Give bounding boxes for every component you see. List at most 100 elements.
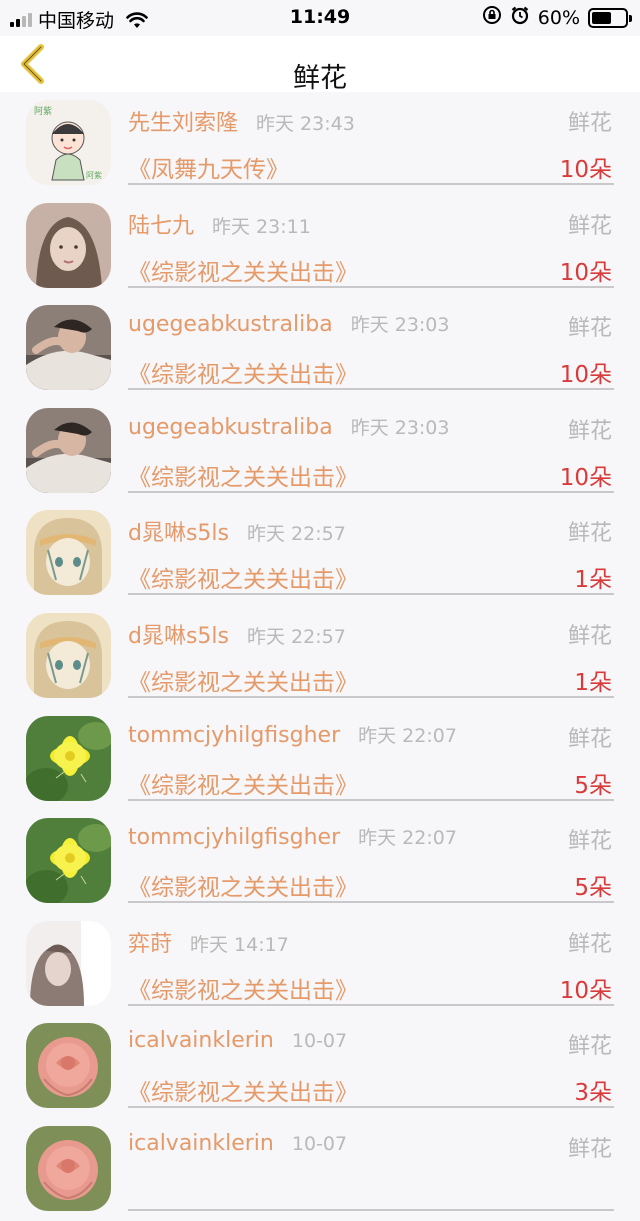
battery-percent: 60%: [537, 6, 580, 29]
name-line: ugegeabkustraliba 昨天 23:03: [128, 413, 449, 440]
username[interactable]: ugegeabkustraliba: [128, 312, 333, 337]
list-item[interactable]: 阿紫 阿紫 先生刘索隆 昨天 23:43 鲜花 《凤舞九天传》 10朵: [0, 92, 640, 195]
name-line: icalvainklerin 10-07: [128, 1131, 347, 1156]
avatar[interactable]: [26, 612, 111, 698]
divider: [128, 285, 614, 288]
username[interactable]: 陆七九: [128, 208, 194, 240]
username[interactable]: tommcjyhilgfisgher: [128, 723, 340, 748]
timestamp: 昨天 23:03: [350, 314, 450, 337]
gift-count: 1朵: [574, 567, 612, 594]
divider: [128, 1208, 614, 1211]
book-title[interactable]: 《综影视之关关出击》: [128, 1073, 358, 1107]
divider: [128, 490, 614, 493]
gift-count: 1朵: [574, 669, 612, 696]
battery-fill: [592, 11, 612, 24]
book-title[interactable]: 《综影视之关关出击》: [128, 560, 358, 594]
list-item[interactable]: tommcjyhilgfisgher 昨天 22:07 鲜花 《综影视之关关出击…: [0, 810, 640, 913]
gift-type: 鲜花: [567, 931, 612, 957]
book-title[interactable]: 《综影视之关关出击》: [128, 355, 358, 389]
timestamp: 昨天 23:43: [256, 113, 355, 135]
avatar[interactable]: [26, 920, 111, 1006]
gift-type: 鲜花: [567, 829, 612, 855]
username[interactable]: d晁啉s5ls: [128, 618, 229, 650]
avatar[interactable]: [26, 715, 111, 801]
divider: [128, 593, 614, 596]
list-item[interactable]: 陆七九 昨天 23:11 鲜花 《综影视之关关出击》 10朵: [0, 195, 640, 298]
gift-count: 10朵: [559, 259, 612, 286]
divider: [128, 388, 614, 391]
gift-type: 鲜花: [567, 726, 612, 752]
gift-type: 鲜花: [567, 521, 612, 547]
status-right: 60%: [482, 5, 632, 30]
rotation-lock-icon: [482, 5, 502, 30]
list-item[interactable]: ugegeabkustraliba 昨天 23:03 鲜花 《综影视之关关出击》…: [0, 297, 640, 400]
gift-list: 阿紫 阿紫 先生刘索隆 昨天 23:43 鲜花 《凤舞九天传》 10朵 陆七九 昨…: [0, 92, 640, 1221]
gift-count: 10朵: [559, 157, 612, 183]
gift-count: 5朵: [574, 875, 612, 902]
timestamp: 昨天 22:57: [247, 523, 346, 546]
book-title[interactable]: 《综影视之关关出击》: [128, 458, 358, 492]
gift-type: 鲜花: [567, 213, 612, 239]
username[interactable]: d晁啉s5ls: [128, 515, 229, 547]
avatar[interactable]: [26, 510, 111, 596]
name-line: d晁啉s5ls 昨天 22:57: [128, 618, 346, 650]
name-line: 弈莳 昨天 14:17: [128, 926, 289, 958]
book-title[interactable]: 《综影视之关关出击》: [128, 766, 358, 800]
book-title[interactable]: 《综影视之关关出击》: [128, 868, 358, 902]
list-item[interactable]: 弈莳 昨天 14:17 鲜花 《综影视之关关出击》 10朵: [0, 913, 640, 1016]
avatar[interactable]: [26, 818, 111, 904]
username[interactable]: tommcjyhilgfisgher: [128, 825, 340, 850]
avatar[interactable]: [26, 1023, 111, 1109]
book-title[interactable]: 《综影视之关关出击》: [128, 663, 358, 697]
username[interactable]: ugegeabkustraliba: [128, 415, 333, 440]
timestamp: 昨天 23:11: [212, 215, 311, 238]
name-line: tommcjyhilgfisgher 昨天 22:07: [128, 823, 457, 850]
gift-count: 10朵: [559, 977, 612, 1004]
avatar[interactable]: [26, 407, 111, 493]
divider: [128, 901, 614, 904]
book-title[interactable]: 《综影视之关关出击》: [128, 253, 358, 287]
name-line: d晁啉s5ls 昨天 22:57: [128, 515, 346, 547]
divider: [128, 695, 614, 698]
svg-text:阿紫: 阿紫: [86, 171, 102, 180]
timestamp: 昨天 22:07: [358, 724, 457, 747]
avatar[interactable]: [26, 202, 111, 288]
name-line: ugegeabkustraliba 昨天 23:03: [128, 310, 449, 337]
divider: [128, 1106, 614, 1109]
name-line: 先生刘索隆 昨天 23:43: [128, 105, 355, 137]
alarm-icon: [510, 5, 530, 30]
list-item[interactable]: icalvainklerin 10-07 鲜花 《综影视之关关出击》 3朵: [0, 1015, 640, 1118]
list-item[interactable]: d晁啉s5ls 昨天 22:57 鲜花 《综影视之关关出击》 1朵: [0, 502, 640, 605]
timestamp: 10-07: [291, 1132, 348, 1155]
book-title[interactable]: 《综影视之关关出击》: [128, 971, 358, 1005]
gift-count: 3朵: [574, 1080, 612, 1107]
gift-count: 10朵: [559, 464, 612, 491]
list-item[interactable]: ugegeabkustraliba 昨天 23:03 鲜花 《综影视之关关出击》…: [0, 400, 640, 503]
list-item[interactable]: tommcjyhilgfisgher 昨天 22:07 鲜花 《综影视之关关出击…: [0, 708, 640, 811]
page-title: 鲜花: [293, 63, 347, 94]
name-line: tommcjyhilgfisgher 昨天 22:07: [128, 721, 457, 748]
name-line: 陆七九 昨天 23:11: [128, 208, 311, 240]
list-item[interactable]: d晁啉s5ls 昨天 22:57 鲜花 《综影视之关关出击》 1朵: [0, 605, 640, 708]
list-item[interactable]: icalvainklerin 10-07 鲜花: [0, 1118, 640, 1221]
username[interactable]: icalvainklerin: [128, 1131, 274, 1156]
username[interactable]: 弈莳: [128, 926, 172, 958]
battery-icon: [588, 7, 632, 28]
svg-text:阿紫: 阿紫: [34, 106, 52, 117]
timestamp: 10-07: [291, 1030, 348, 1053]
timestamp: 昨天 22:07: [358, 827, 457, 850]
status-bar: 中国移动 11:49 60%: [0, 0, 640, 36]
gift-type: 鲜花: [567, 418, 612, 444]
gift-type: 鲜花: [567, 1136, 612, 1162]
nav-bar: 鲜花: [0, 36, 640, 94]
timestamp: 昨天 14:17: [190, 933, 289, 956]
avatar[interactable]: 阿紫 阿紫: [26, 100, 111, 185]
timestamp: 昨天 23:03: [350, 416, 450, 439]
gift-count: 5朵: [574, 772, 612, 799]
divider: [128, 798, 614, 801]
avatar[interactable]: [26, 305, 111, 391]
name-line: icalvainklerin 10-07: [128, 1028, 347, 1053]
book-title[interactable]: 《凤舞九天传》: [128, 150, 289, 184]
username[interactable]: 先生刘索隆: [128, 105, 238, 137]
username[interactable]: icalvainklerin: [128, 1028, 274, 1053]
